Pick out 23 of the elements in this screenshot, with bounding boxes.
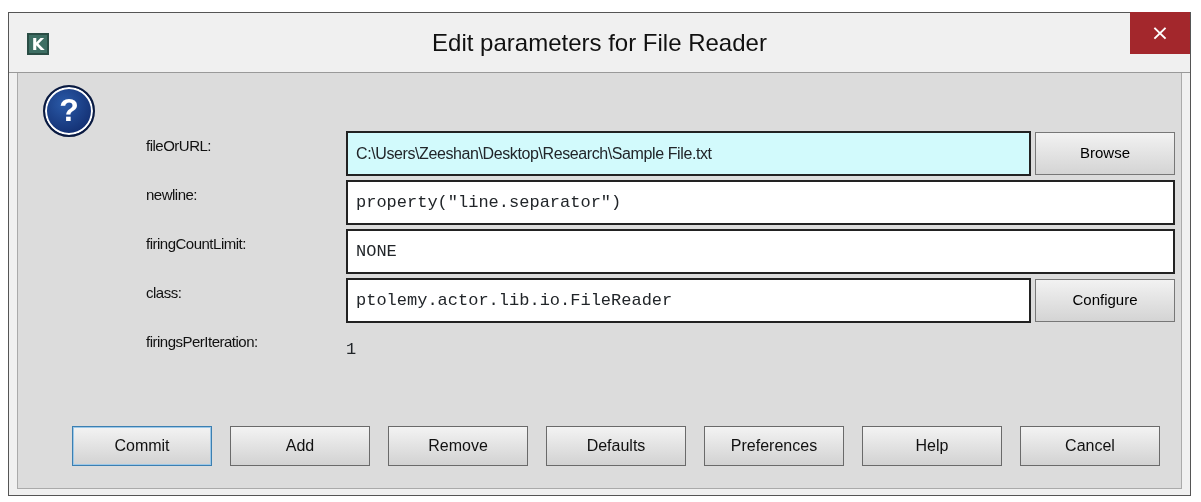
dialog-button[interactable]: Help <box>862 426 1002 466</box>
input-field[interactable]: ptolemy.actor.lib.io.FileReader <box>346 278 1031 323</box>
parameter-label: firingsPerIteration: <box>146 332 259 352</box>
dialog-button[interactable]: Cancel <box>1020 426 1160 466</box>
app-icon: K <box>27 33 49 55</box>
parameter-label: newline: <box>146 185 199 205</box>
window-title: Edit parameters for File Reader <box>432 27 767 58</box>
dialog-button[interactable]: Commit <box>72 426 212 466</box>
dialog-button[interactable]: Preferences <box>704 426 844 466</box>
dialog-button[interactable]: Defaults <box>546 426 686 466</box>
side-button[interactable]: Configure <box>1035 279 1175 322</box>
dialog-button[interactable]: Remove <box>388 426 528 466</box>
parameter-label: fileOrURL: <box>146 136 212 156</box>
close-button[interactable]: × <box>1130 12 1190 54</box>
parameter-value: 1 <box>346 339 357 361</box>
parameter-label: firingCountLimit: <box>146 234 247 254</box>
parameter-label: class: <box>146 283 183 303</box>
side-button[interactable]: Browse <box>1035 132 1175 175</box>
input-field[interactable]: C:\Users\Zeeshan\Desktop\Research\Sample File.txt <box>346 131 1031 176</box>
dialog-button[interactable]: Add <box>230 426 370 466</box>
input-field[interactable]: NONE <box>346 229 1175 274</box>
help-icon: ? <box>43 85 95 137</box>
input-field[interactable]: property("line.separator") <box>346 180 1175 225</box>
